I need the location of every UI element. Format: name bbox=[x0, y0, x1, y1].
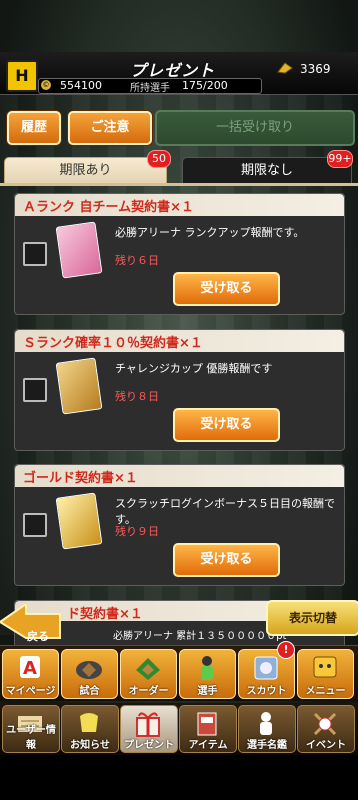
nav-mypage[interactable]: A マイページ bbox=[2, 649, 59, 699]
tab-with-limit[interactable]: 期限あり bbox=[4, 157, 167, 185]
display-toggle-button[interactable]: 表示切替 bbox=[266, 600, 358, 636]
present-item-header: Ａランク 自チーム契約書×１ bbox=[15, 194, 344, 216]
coin-icon: © bbox=[41, 80, 51, 90]
present-item-header: Ｓランク確率１０％契約書×１ bbox=[15, 330, 344, 352]
notice-icon bbox=[80, 713, 98, 732]
lineup-icon bbox=[136, 658, 160, 680]
receive-button[interactable]: 受け取る bbox=[173, 408, 280, 442]
present-item-title: ゴールド契約書×１ bbox=[23, 471, 138, 486]
item-icon bbox=[197, 712, 217, 736]
present-item: Ｓランク確率１０％契約書×１ チャレンジカップ 優勝報酬です 残り８日 受け取る bbox=[14, 329, 345, 451]
gold-icon bbox=[277, 62, 293, 74]
nav-notice[interactable]: お知らせ bbox=[61, 705, 119, 753]
nav-label: 試合 bbox=[79, 686, 100, 697]
nav-roster[interactable]: 選手名鑑 bbox=[238, 705, 296, 753]
contract-card-icon bbox=[55, 492, 103, 550]
nav-label: 選手 bbox=[197, 686, 218, 697]
nav-user-info[interactable]: ユーザー情報 bbox=[2, 705, 60, 753]
mypage-icon: A bbox=[20, 656, 40, 679]
tab-divider bbox=[0, 183, 358, 186]
nav-match[interactable]: 試合 bbox=[61, 649, 118, 699]
present-item-checkbox[interactable] bbox=[23, 242, 47, 266]
event-icon bbox=[313, 712, 337, 736]
contract-card-icon bbox=[55, 357, 103, 415]
roster-icon bbox=[260, 712, 272, 735]
svg-text:A: A bbox=[23, 658, 37, 679]
present-item-checkbox[interactable] bbox=[23, 513, 47, 537]
back-button-label: 戻る bbox=[27, 630, 49, 643]
present-item-remaining: 残り９日 bbox=[115, 525, 159, 538]
present-item-title: Ａランク 自チーム契約書×１ bbox=[23, 200, 195, 215]
present-item-desc: 必勝アリーナ ランクアップ報酬です。 bbox=[115, 226, 305, 239]
nav-label: プレゼント bbox=[124, 740, 174, 751]
players-count: 175/200 bbox=[182, 79, 228, 92]
receive-all-button[interactable]: 一括受け取り bbox=[155, 110, 355, 146]
players-label: 所持選手 bbox=[130, 83, 170, 94]
gold-count: 3369 bbox=[300, 62, 331, 76]
present-item-title: Ｓランク確率１０％契約書×１ bbox=[23, 336, 203, 351]
system-bar bbox=[0, 755, 358, 800]
nav-label: ユーザー情報 bbox=[6, 725, 56, 751]
scout-alert-badge: ! bbox=[277, 641, 295, 659]
present-item-header: ゴールド契約書×１ bbox=[15, 465, 344, 487]
player-icon bbox=[201, 656, 213, 680]
present-item-checkbox[interactable] bbox=[23, 378, 47, 402]
present-icon bbox=[136, 712, 160, 737]
present-item: Ａランク 自チーム契約書×１ 必勝アリーナ ランクアップ報酬です。 残り６日 受… bbox=[14, 193, 345, 315]
receive-button[interactable]: 受け取る bbox=[173, 272, 280, 306]
tab-no-limit-badge: 99+ bbox=[327, 150, 353, 168]
stadium-icon bbox=[76, 661, 102, 679]
nav-label: マイページ bbox=[5, 686, 56, 697]
nav-label: オーダー bbox=[128, 686, 169, 697]
nav-present[interactable]: プレゼント bbox=[120, 705, 178, 753]
nav-player[interactable]: 選手 bbox=[179, 649, 236, 699]
nav-event[interactable]: イベント bbox=[297, 705, 355, 753]
coin-count: 554100 bbox=[60, 79, 102, 92]
scout-icon bbox=[254, 656, 278, 680]
nav-label: お知らせ bbox=[70, 740, 110, 751]
caution-button[interactable]: ご注意 bbox=[68, 111, 152, 145]
menu-icon bbox=[313, 656, 337, 678]
nav-label: イベント bbox=[306, 740, 346, 751]
present-item: ゴールド契約書×１ スクラッチログインボーナス５日目の報酬です。 残り９日 受け… bbox=[14, 464, 345, 586]
nav-label: スカウト bbox=[246, 686, 287, 697]
nav-label: メニュー bbox=[305, 686, 346, 697]
nav-order[interactable]: オーダー bbox=[120, 649, 177, 699]
contract-card-icon bbox=[55, 221, 103, 279]
nav-item[interactable]: アイテム bbox=[179, 705, 237, 753]
nav-label: アイテム bbox=[188, 740, 228, 751]
present-item-desc: チャレンジカップ 優勝報酬です bbox=[115, 362, 273, 375]
nav-label: 選手名鑑 bbox=[247, 740, 287, 751]
present-item-remaining: 残り８日 bbox=[115, 390, 159, 403]
receive-button[interactable]: 受け取る bbox=[173, 543, 280, 577]
present-item-title: ド契約書×１ bbox=[67, 607, 143, 622]
team-logo: H bbox=[6, 60, 38, 92]
present-item-remaining: 残り６日 bbox=[115, 254, 159, 267]
history-button[interactable]: 履歴 bbox=[7, 111, 61, 145]
nav-menu[interactable]: メニュー bbox=[297, 649, 354, 699]
tab-with-limit-badge: 50 bbox=[147, 150, 171, 168]
